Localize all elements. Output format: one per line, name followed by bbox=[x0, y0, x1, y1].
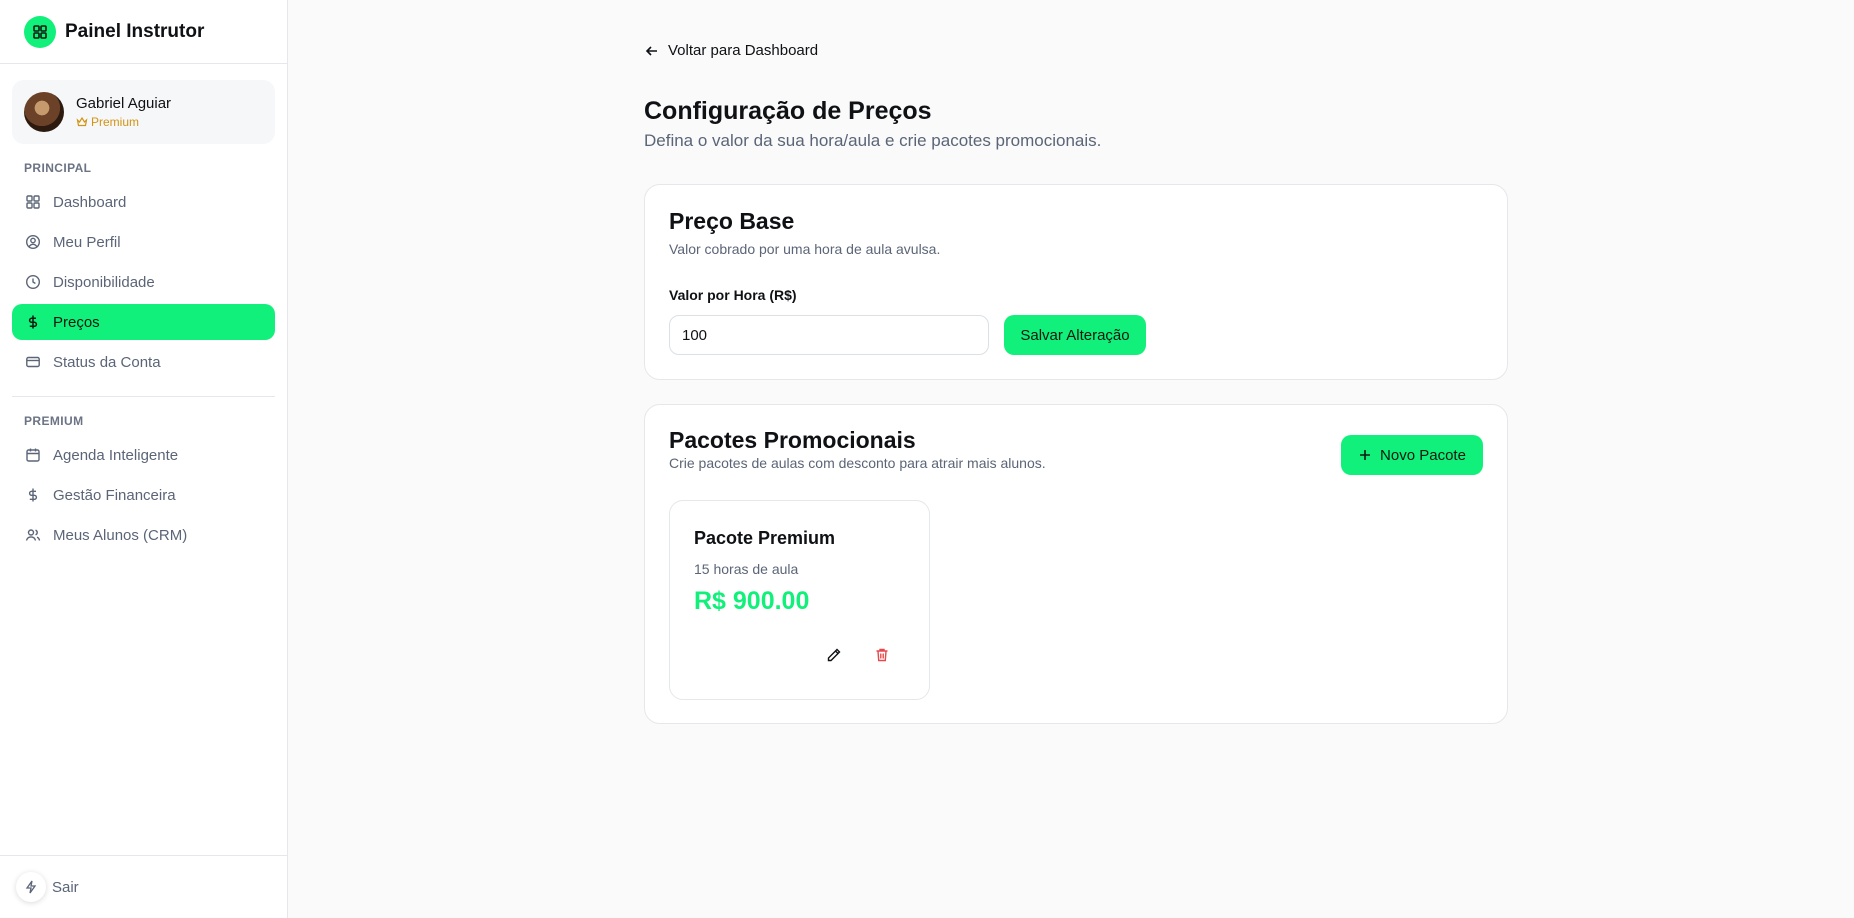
section-label-principal: PRINCIPAL bbox=[24, 161, 92, 175]
package-hours: 15 horas de aula bbox=[694, 561, 799, 577]
sidebar-item-precos[interactable]: Preços bbox=[12, 304, 275, 340]
back-to-dashboard-link[interactable]: Voltar para Dashboard bbox=[644, 42, 818, 59]
sidebar-item-meus-alunos[interactable]: Meus Alunos (CRM) bbox=[12, 517, 275, 553]
package-name: Pacote Premium bbox=[694, 528, 836, 548]
user-circle-icon bbox=[25, 234, 41, 250]
brand-title: Painel Instrutor bbox=[65, 20, 205, 42]
base-price-card: Preço Base Valor cobrado por uma hora de… bbox=[644, 184, 1508, 380]
package-card: Pacote Premium 15 horas de aula R$ 900.0… bbox=[669, 500, 930, 700]
sidebar-item-meu-perfil[interactable]: Meu Perfil bbox=[12, 224, 275, 260]
arrow-left-icon bbox=[645, 45, 657, 56]
sidebar-item-label: Status da Conta bbox=[53, 353, 161, 371]
packages-subtitle: Crie pacotes de aulas com desconto para … bbox=[669, 455, 1046, 471]
sidebar-item-label: Preços bbox=[53, 313, 100, 331]
sidebar-item-gestao-financeira[interactable]: Gestão Financeira bbox=[12, 477, 275, 513]
sidebar-item-label: Disponibilidade bbox=[53, 273, 155, 291]
delete-package-button[interactable] bbox=[868, 641, 896, 669]
brand: Painel Instrutor bbox=[0, 0, 287, 64]
clock-icon bbox=[25, 274, 41, 290]
sidebar-item-label: Gestão Financeira bbox=[53, 486, 176, 504]
sidebar-item-label: Dashboard bbox=[53, 193, 127, 211]
sidebar: Painel Instrutor Gabriel Aguiar Premium … bbox=[0, 0, 288, 918]
profile-card[interactable]: Gabriel Aguiar Premium bbox=[12, 80, 275, 144]
sidebar-item-dashboard[interactable]: Dashboard bbox=[12, 184, 275, 220]
grid-icon bbox=[24, 15, 56, 48]
credit-card-icon bbox=[25, 354, 41, 370]
edit-package-button[interactable] bbox=[820, 641, 848, 669]
premium-badge: Premium bbox=[76, 115, 171, 129]
logout-button[interactable]: Sair bbox=[0, 855, 288, 918]
hourly-rate-input[interactable] bbox=[669, 315, 989, 355]
section-label-premium: PREMIUM bbox=[24, 414, 84, 428]
sidebar-item-label: Meus Alunos (CRM) bbox=[53, 526, 188, 544]
avatar bbox=[24, 92, 64, 132]
calendar-icon bbox=[25, 447, 41, 463]
sidebar-item-agenda-inteligente[interactable]: Agenda Inteligente bbox=[12, 437, 275, 473]
grid-icon bbox=[25, 194, 41, 210]
pencil-icon bbox=[827, 648, 841, 662]
packages-title: Pacotes Promocionais bbox=[669, 427, 916, 453]
dollar-icon bbox=[25, 487, 41, 503]
crown-icon bbox=[76, 116, 88, 127]
profile-name: Gabriel Aguiar bbox=[76, 95, 172, 112]
bolt-icon bbox=[16, 872, 46, 902]
page-title: Configuração de Preços bbox=[644, 97, 932, 125]
premium-label: Premium bbox=[91, 115, 140, 129]
logout-label: Sair bbox=[52, 878, 79, 896]
packages-card: Pacotes Promocionais Crie pacotes de aul… bbox=[644, 404, 1508, 724]
save-price-button[interactable]: Salvar Alteração bbox=[1004, 315, 1146, 355]
package-price: R$ 900.00 bbox=[694, 587, 810, 615]
dollar-icon bbox=[25, 314, 41, 330]
sidebar-item-status-da-conta[interactable]: Status da Conta bbox=[12, 344, 275, 380]
back-link-label: Voltar para Dashboard bbox=[668, 42, 819, 59]
hourly-rate-label: Valor por Hora (R$) bbox=[669, 287, 797, 303]
base-price-subtitle: Valor cobrado por uma hora de aula avuls… bbox=[669, 241, 941, 257]
users-icon bbox=[25, 527, 41, 543]
sidebar-item-label: Agenda Inteligente bbox=[53, 446, 179, 464]
new-package-button[interactable]: Novo Pacote bbox=[1341, 435, 1483, 475]
plus-icon bbox=[1360, 450, 1371, 460]
sidebar-item-label: Meu Perfil bbox=[53, 233, 121, 251]
base-price-title: Preço Base bbox=[669, 208, 795, 234]
sidebar-divider bbox=[12, 396, 275, 397]
page-subtitle: Defina o valor da sua hora/aula e crie p… bbox=[644, 131, 1102, 150]
new-package-label: Novo Pacote bbox=[1380, 446, 1466, 464]
sidebar-item-disponibilidade[interactable]: Disponibilidade bbox=[12, 264, 275, 300]
trash-icon bbox=[876, 648, 888, 662]
